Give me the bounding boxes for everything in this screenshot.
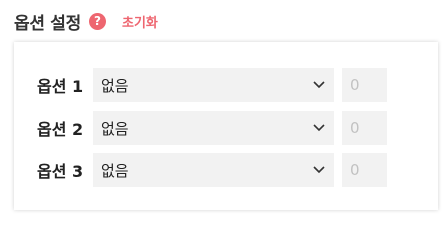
option-select-value: 없음 <box>101 76 129 95</box>
chevron-down-icon <box>312 121 326 135</box>
chevron-down-icon <box>312 78 326 92</box>
options-panel: 옵션 1 없음 옵션 2 없음 옵션 3 없음 <box>14 42 438 210</box>
option-select-value: 없음 <box>101 161 129 180</box>
option-select-value: 없음 <box>101 119 129 138</box>
question-circle-icon[interactable]: ? <box>88 12 106 30</box>
option-row: 옵션 2 없음 <box>37 111 387 145</box>
option-select[interactable]: 없음 <box>93 111 334 145</box>
reset-button[interactable]: 초기화 <box>122 12 158 31</box>
option-row: 옵션 1 없음 <box>37 68 387 102</box>
option-settings-root: 옵션 설정 ? 초기화 옵션 1 없음 옵션 2 없음 <box>0 0 445 210</box>
option-select[interactable]: 없음 <box>93 68 334 102</box>
option-row: 옵션 3 없음 <box>37 153 387 187</box>
option-select[interactable]: 없음 <box>93 153 334 187</box>
chevron-down-icon <box>312 163 326 177</box>
section-header: 옵션 설정 ? 초기화 <box>14 6 158 36</box>
option-label: 옵션 1 <box>37 77 84 96</box>
quantity-input[interactable] <box>342 111 387 145</box>
option-label: 옵션 2 <box>37 120 84 139</box>
option-label: 옵션 3 <box>37 162 84 181</box>
section-title: 옵션 설정 <box>14 13 81 34</box>
quantity-input[interactable] <box>342 153 387 187</box>
quantity-input[interactable] <box>342 68 387 102</box>
